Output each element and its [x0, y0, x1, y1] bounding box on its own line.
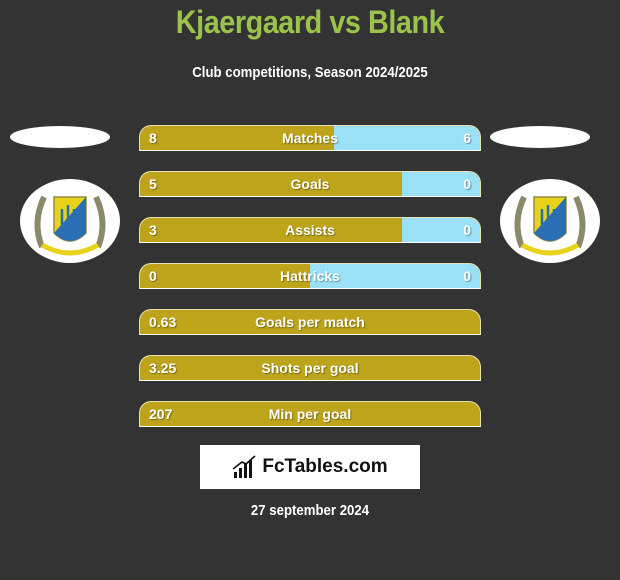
right-value: 0	[463, 222, 471, 238]
fctables-logo[interactable]: FcTables.com	[200, 445, 420, 489]
left-club-badge[interactable]	[20, 179, 120, 263]
logo-text: FcTables.com	[262, 456, 388, 477]
right-value: 0	[463, 176, 471, 192]
stat-label: Min per goal	[268, 406, 352, 422]
page-title: Kjaergaard vs Blank	[175, 4, 445, 40]
date-label: 27 september 2024	[250, 502, 370, 519]
stat-label: Assists	[285, 222, 335, 238]
stat-row-shots-per-goal: 3.25 Shots per goal	[139, 355, 481, 381]
right-value: 6	[463, 130, 471, 146]
left-player-placeholder	[10, 126, 110, 148]
subtitle: Club competitions, Season 2024/2025	[192, 64, 428, 81]
stat-row-goals: 5 Goals 0	[139, 171, 481, 197]
club-crest-icon	[34, 195, 106, 256]
stat-label: Shots per goal	[261, 360, 359, 376]
stat-label: Goals	[290, 176, 330, 192]
stat-label: Hattricks	[280, 268, 340, 284]
bar-chart-icon	[232, 455, 256, 478]
right-value: 0	[463, 268, 471, 284]
stat-row-goals-per-match: 0.63 Goals per match	[139, 309, 481, 335]
right-player-placeholder	[490, 126, 590, 148]
right-club-badge[interactable]	[500, 179, 600, 263]
stat-row-hattricks: 0 Hattricks 0	[139, 263, 481, 289]
stat-row-assists: 3 Assists 0	[139, 217, 481, 243]
stat-label: Goals per match	[255, 314, 365, 330]
stat-row-matches: 8 Matches 6	[139, 125, 481, 151]
stat-row-min-per-goal: 207 Min per goal	[139, 401, 481, 427]
stat-label: Matches	[281, 130, 339, 146]
club-crest-icon	[514, 195, 586, 256]
